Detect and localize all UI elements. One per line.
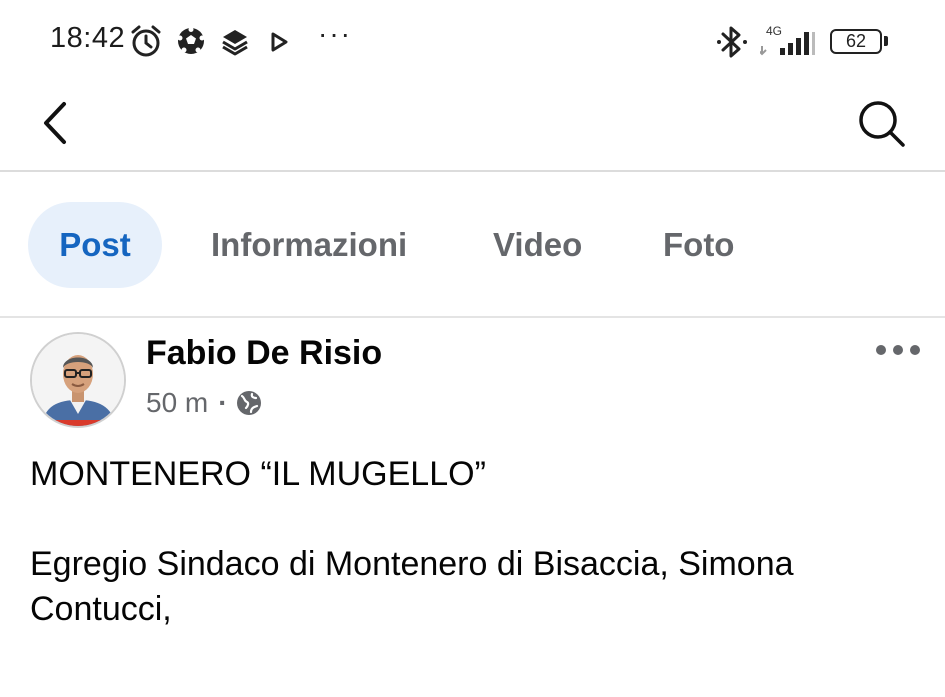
avatar[interactable] (30, 332, 126, 428)
battery-level: 62 (845, 31, 867, 51)
bluetooth-icon (717, 26, 747, 58)
more-horizontal-icon[interactable] (874, 338, 922, 362)
search-icon[interactable] (852, 96, 912, 150)
signal-icon (760, 32, 815, 56)
top-app-bar (0, 84, 945, 172)
battery-cap (884, 36, 888, 46)
post-body: Egregio Sindaco di Montenero di Bisaccia… (30, 545, 794, 628)
post-meta: 50 m · (146, 386, 262, 420)
post-text: MONTENERO “IL MUGELLO” Egregio Sindaco d… (30, 452, 920, 632)
avatar-image (32, 334, 124, 426)
soccer-ball-icon (177, 27, 205, 54)
meta-separator: · (218, 387, 228, 418)
post-title: MONTENERO “IL MUGELLO” (30, 455, 486, 493)
tab-foto[interactable]: Foto (663, 202, 734, 288)
tab-informazioni[interactable]: Informazioni (211, 202, 407, 288)
layers-icon (222, 30, 248, 56)
tab-video[interactable]: Video (493, 202, 582, 288)
status-time: 18:42 (50, 22, 126, 54)
status-bar: 18:42 ··· 4G 62 (0, 0, 945, 84)
status-overflow: ··· (318, 18, 352, 49)
globe-icon (236, 391, 261, 415)
post-card: Fabio De Risio 50 m · MONTENERO “IL MUGE… (0, 320, 945, 697)
profile-tabs: Post Informazioni Video Foto (0, 172, 945, 318)
post-time[interactable]: 50 m (146, 387, 208, 419)
alarm-icon (131, 25, 161, 57)
back-icon[interactable] (32, 98, 82, 148)
post-author[interactable]: Fabio De Risio (146, 334, 382, 373)
play-icon (271, 32, 288, 52)
tab-post[interactable]: Post (28, 202, 162, 288)
